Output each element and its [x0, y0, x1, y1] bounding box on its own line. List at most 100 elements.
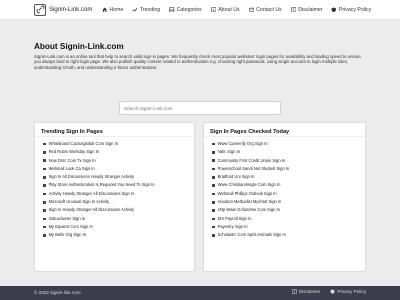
trending-title: Trending Sign In Pages — [35, 123, 194, 137]
nav-disclaimer[interactable]: Disclaimer — [291, 6, 323, 13]
bullet-icon — [43, 209, 46, 212]
about-text: Signin-Link.com is an online tool that h… — [34, 54, 361, 70]
trending-icon — [132, 7, 138, 12]
bullet-icon — [212, 217, 215, 221]
privacy-icon — [330, 289, 335, 294]
list-item[interactable]: Whiteboard Cactusglobal Com Sign In — [43, 140, 194, 148]
nav-contact[interactable]: Contact Us — [248, 6, 282, 13]
main-nav: Home Trending Categories About Us Contac… — [102, 3, 380, 16]
list-item[interactable]: Houston Methodist Mychart Sign In — [212, 198, 365, 206]
list-item[interactable]: Now Dsrc Com Tx Sign In — [43, 157, 194, 165]
bullet-icon — [212, 142, 215, 146]
list-item-label: Valic Sign In — [217, 149, 241, 155]
nav-disclaimer-label: Disclaimer — [298, 6, 323, 13]
list-item-label: Sign In All Discussions Howdy Stranger A… — [48, 174, 135, 180]
list-item-label: My Equient Com Sign In — [48, 223, 93, 229]
top-navbar: Signin-Link.com Home Trending Categories… — [0, 0, 400, 20]
list-item-label: Activity Howdy Stranger All Discussions … — [48, 190, 135, 196]
about-icon — [210, 7, 216, 12]
list-item[interactable]: Sign In All Discussions Howdy Stranger A… — [43, 173, 194, 181]
list-item-label: My Belin Org Sign In — [48, 232, 87, 238]
list-item[interactable]: Www Cpnverify Org Sign In — [212, 140, 365, 148]
bullet-icon — [212, 192, 215, 196]
footer: © 2022 signin-link.com Disclaimer Privac… — [0, 286, 400, 300]
chain-link-icon — [34, 3, 46, 16]
list-item[interactable]: Community First Credit Union Sign In — [212, 157, 365, 165]
list-item-label: Sign In Howdy Stranger All Discussions A… — [48, 207, 135, 213]
list-item-label: Play Store Authentication Is Required Yo… — [48, 182, 155, 188]
bullet-icon — [43, 200, 46, 204]
trending-list: Whiteboard Cactusglobal Com Sign In Red … — [35, 137, 194, 240]
footer-disclaimer-label: Disclaimer — [298, 289, 321, 294]
bullet-icon — [43, 142, 46, 146]
list-item-label: Houston Methodist Mychart Sign In — [217, 199, 282, 205]
footer-privacy-label: Privacy Policy — [337, 289, 366, 294]
nav-about[interactable]: About Us — [210, 6, 240, 13]
list-item[interactable]: My Belin Org Sign In — [43, 231, 194, 239]
list-item-label: Whiteboard Cactusglobal Com Sign In — [48, 141, 118, 146]
list-item-label: Now Dsrc Com Tx Sign In — [48, 157, 96, 163]
list-item[interactable]: Webmail Look Ca Sign In — [43, 165, 194, 173]
home-icon — [102, 7, 107, 12]
list-item[interactable]: Powerschool Sandi Net Student Sign In — [212, 165, 365, 173]
list-item-label: Bradford Uni Sign In — [217, 174, 255, 180]
brand-link[interactable]: Signin-Link.com — [34, 3, 92, 16]
bullet-icon — [43, 151, 46, 154]
bullet-icon — [212, 184, 215, 187]
footer-privacy-link[interactable]: Privacy Policy — [330, 289, 366, 294]
search-input[interactable] — [119, 101, 281, 115]
bullet-icon — [212, 159, 215, 163]
list-item-label: Videoclueter Sign In — [48, 215, 86, 221]
list-item-label: Powerschool Sandi Net Student Sign In — [217, 165, 290, 171]
copyright-text: © 2022 signin-link.com — [34, 290, 81, 295]
list-item[interactable]: Red Robin Workday Sign In — [43, 148, 194, 156]
list-item[interactable]: Valic Sign In — [212, 148, 365, 156]
disclaimer-icon — [292, 289, 297, 294]
nav-trending[interactable]: Trending — [132, 7, 160, 13]
bullet-icon — [43, 184, 46, 187]
list-item[interactable]: My Equient Com Sign In — [43, 223, 194, 231]
list-item[interactable]: Webmail Phillips Outlook Sign In — [212, 190, 365, 198]
bullet-icon — [212, 167, 215, 171]
bullet-icon — [212, 176, 215, 179]
bullet-icon — [43, 225, 46, 229]
about-title: About Signin-Link.com — [34, 42, 124, 51]
contact-icon — [248, 7, 254, 12]
list-item-label: Www Cpnverify Org Sign In — [217, 141, 268, 146]
list-item-label: Dm Payroll Sign In — [217, 215, 252, 221]
nav-privacy[interactable]: Privacy Policy — [331, 7, 371, 13]
list-item[interactable]: Dm Payroll Sign In — [212, 215, 365, 223]
privacy-icon — [332, 7, 337, 12]
nav-about-label: About Us — [218, 6, 240, 13]
checked-today-card: Sign In Pages Checked Today Www Cpnverif… — [203, 122, 366, 272]
list-item[interactable]: Activity Howdy Stranger All Discussions … — [43, 190, 194, 198]
list-item-label: Webmail Phillips Outlook Sign In — [217, 190, 277, 196]
list-item[interactable]: Payentry Sign In — [212, 223, 365, 231]
nav-contact-label: Contact Us — [256, 6, 282, 13]
bullet-icon — [43, 192, 46, 196]
bullet-icon — [43, 159, 46, 163]
list-item[interactable]: Play Store Authentication Is Required Yo… — [43, 181, 194, 189]
trending-card: Trending Sign In Pages Whiteboard Cactus… — [34, 122, 195, 272]
list-item[interactable]: Scholastic Com Spirit Animals Sign In — [212, 231, 365, 239]
nav-trending-label: Trending — [139, 6, 161, 13]
list-item-label: Http Www Gofundme Com Sign In — [217, 207, 280, 213]
list-item-label: Microsoft Unusual Sign In Activity — [48, 199, 110, 205]
bullet-icon — [212, 200, 215, 204]
list-item[interactable]: Http Www Gofundme Com Sign In — [212, 206, 365, 214]
bullet-icon — [212, 234, 215, 237]
footer-disclaimer-link[interactable]: Disclaimer — [292, 289, 320, 294]
list-item[interactable]: Bradford Uni Sign In — [212, 173, 365, 181]
bullet-icon — [43, 176, 46, 179]
nav-home[interactable]: Home — [102, 7, 123, 13]
list-item[interactable]: Www Christianmingle Com Sign In — [212, 181, 365, 189]
list-item[interactable]: Videoclueter Sign In — [43, 215, 194, 223]
bullet-icon — [43, 234, 46, 237]
categories-icon — [169, 7, 175, 12]
nav-categories[interactable]: Categories — [169, 7, 202, 13]
list-item[interactable]: Sign In Howdy Stranger All Discussions A… — [43, 206, 194, 214]
bullet-icon — [212, 151, 215, 154]
footer-links: Disclaimer Privacy Policy — [282, 289, 366, 294]
list-item[interactable]: Microsoft Unusual Sign In Activity — [43, 198, 194, 206]
checked-today-title: Sign In Pages Checked Today — [204, 123, 365, 137]
